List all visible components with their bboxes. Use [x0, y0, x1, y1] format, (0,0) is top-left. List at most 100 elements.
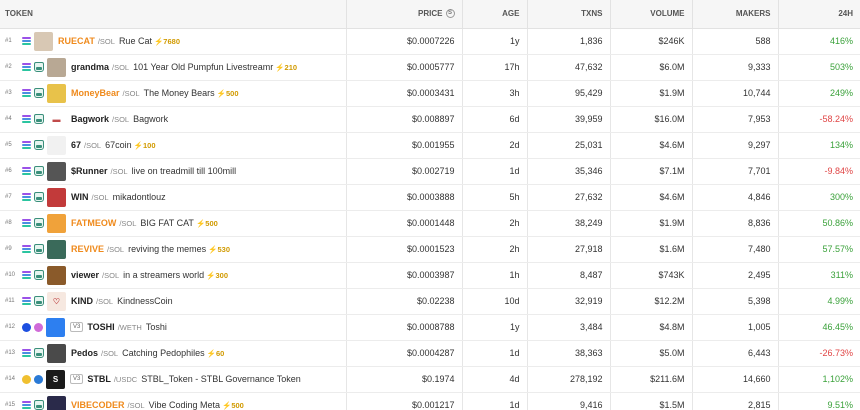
token-symbol: $Runner [71, 166, 108, 176]
token-cell[interactable]: #7 WIN/SOL mikadontlouz [0, 184, 347, 211]
volume-cell: $1.9M [610, 80, 693, 107]
header-makers[interactable]: MAKERS [692, 0, 779, 29]
token-cell[interactable]: #4 ▬ Bagwork/SOL Bagwork [0, 106, 347, 133]
boost-badge: ⚡500 [216, 88, 239, 98]
solana-chain-icon [22, 63, 31, 72]
token-cell[interactable]: #10 viewer/SOL in a streamers world ⚡300 [0, 262, 347, 289]
token-logo [47, 265, 66, 285]
token-cell[interactable]: #9 REVIVE/SOL reviving the memes ⚡530 [0, 236, 347, 263]
token-cell[interactable]: #8 FATMEOW/SOL BIG FAT CAT ⚡500 [0, 210, 347, 237]
pair-label: /SOL [119, 218, 137, 228]
dex-icon [34, 244, 44, 254]
solana-chain-icon [22, 115, 31, 124]
rank-label: #10 [5, 272, 16, 278]
rank-label: #9 [5, 246, 12, 252]
token-cell[interactable]: #6 $Runner/SOL live on treadmill till 100m… [0, 158, 347, 185]
token-cell[interactable]: #13 Pedos/SOL Catching Pedophiles ⚡60 [0, 340, 347, 367]
table-row[interactable]: #8 FATMEOW/SOL BIG FAT CAT ⚡500 $0.0001448 2h… [0, 210, 860, 237]
token-symbol: viewer [71, 270, 100, 280]
rank-label: #8 [5, 220, 12, 226]
token-cell[interactable]: #11 ♡ KIND/SOL KindnessCoin [0, 288, 347, 315]
makers-cell: 7,480 [692, 236, 779, 263]
dex-icon [34, 62, 44, 72]
token-rows: #1 RUECAT/SOL Rue Cat ⚡7680 $0.0007226 1y 1,83… [0, 28, 860, 410]
volume-cell: $5.0M [610, 340, 693, 367]
token-cell[interactable]: #1 RUECAT/SOL Rue Cat ⚡7680 [0, 28, 347, 55]
rank-label: #13 [5, 350, 16, 356]
table-row[interactable]: #2 grandma/SOL 101 Year Old Pumpfun Livest… [0, 54, 860, 81]
quote-token-icon [34, 322, 43, 332]
header-change-24h[interactable]: 24H [778, 0, 860, 29]
age-cell: 1d [462, 158, 528, 185]
token-cell[interactable]: #3 MoneyBear/SOL The Money Bears ⚡500 [0, 80, 347, 107]
token-name: BIG FAT CAT [140, 218, 194, 228]
txns-cell: 1,836 [527, 28, 611, 55]
change-cell: -9.84% [778, 158, 860, 185]
solana-chain-icon [22, 193, 31, 202]
token-logo [47, 213, 66, 233]
header-price[interactable]: PRICE S [346, 0, 463, 29]
table-row[interactable]: #6 $Runner/SOL live on treadmill till 100m… [0, 158, 860, 185]
table-row[interactable]: #9 REVIVE/SOL reviving the memes ⚡530 $0.000… [0, 236, 860, 263]
token-cell[interactable]: #2 grandma/SOL 101 Year Old Pumpfun Livest… [0, 54, 347, 81]
txns-cell: 27,918 [527, 236, 611, 263]
table-row[interactable]: #12 V3 TOSHI/WETH Toshi $0.0008788 1y 3,484 $4.… [0, 314, 860, 341]
price-cell: $0.0001448 [346, 210, 463, 237]
token-symbol: RUECAT [58, 36, 95, 46]
token-symbol: WIN [71, 192, 89, 202]
table-row[interactable]: #1 RUECAT/SOL Rue Cat ⚡7680 $0.0007226 1y 1,83… [0, 28, 860, 55]
age-cell: 10d [462, 288, 528, 315]
change-cell: 57.57% [778, 236, 860, 263]
token-logo: S [46, 369, 65, 389]
txns-cell: 27,632 [527, 184, 611, 211]
token-logo [47, 57, 66, 77]
currency-toggle-icon[interactable]: S [445, 9, 455, 19]
token-logo [47, 83, 66, 103]
table-row[interactable]: #11 ♡ KIND/SOL KindnessCoin $0.02238 10d 32,91… [0, 288, 860, 315]
pool-version-badge: V3 [70, 374, 84, 384]
pair-label: /SOL [91, 192, 109, 202]
header-age[interactable]: AGE [462, 0, 528, 29]
token-logo [34, 31, 53, 51]
volume-cell: $4.6M [610, 184, 693, 211]
table-header-row: TOKEN PRICE S AGE TXNS VOLUME MAKERS 24H [0, 0, 860, 29]
token-name: The Money Bears [143, 88, 215, 98]
header-volume[interactable]: VOLUME [610, 0, 693, 29]
pair-label: /SOL [110, 166, 128, 176]
header-txns[interactable]: TXNS [527, 0, 611, 29]
table-row[interactable]: #10 viewer/SOL in a streamers world ⚡300 $0.… [0, 262, 860, 289]
token-cell[interactable]: #14 S V3 STBL/USDC STBL_Token - STBL Governa… [0, 366, 347, 393]
table-row[interactable]: #5 67/SOL 67coin ⚡100 $0.001955 2d 25,031 $4.6M… [0, 132, 860, 159]
boost-badge: ⚡210 [275, 62, 298, 72]
header-token[interactable]: TOKEN [0, 0, 347, 29]
token-cell[interactable]: #12 V3 TOSHI/WETH Toshi [0, 314, 347, 341]
volume-cell: $6.0M [610, 54, 693, 81]
rank-label: #2 [5, 64, 12, 70]
age-cell: 1h [462, 262, 528, 289]
table-row[interactable]: #13 Pedos/SOL Catching Pedophiles ⚡60 $0.000… [0, 340, 860, 367]
table-row[interactable]: #4 ▬ Bagwork/SOL Bagwork $0.008897 6d 39,959 $1… [0, 106, 860, 133]
rank-label: #7 [5, 194, 12, 200]
table-row[interactable]: #14 S V3 STBL/USDC STBL_Token - STBL Governa… [0, 366, 860, 393]
rank-label: #3 [5, 90, 12, 96]
token-name: reviving the memes [128, 244, 207, 254]
volume-cell: $1.9M [610, 210, 693, 237]
token-cell[interactable]: #15 VIBECODER/SOL Vibe Coding Meta ⚡500 [0, 392, 347, 410]
token-cell[interactable]: #5 67/SOL 67coin ⚡100 [0, 132, 347, 159]
volume-cell: $246K [610, 28, 693, 55]
table-row[interactable]: #15 VIBECODER/SOL Vibe Coding Meta ⚡500 $0.0… [0, 392, 860, 410]
token-logo [47, 135, 66, 155]
makers-cell: 5,398 [692, 288, 779, 315]
rank-label: #6 [5, 168, 12, 174]
makers-cell: 14,660 [692, 366, 779, 393]
change-cell: 416% [778, 28, 860, 55]
solana-chain-icon [22, 271, 31, 280]
table-row[interactable]: #3 MoneyBear/SOL The Money Bears ⚡500 $0.000… [0, 80, 860, 107]
token-name: Toshi [145, 322, 167, 332]
change-cell: 503% [778, 54, 860, 81]
volume-cell: $1.6M [610, 236, 693, 263]
boost-badge: ⚡500 [222, 400, 244, 410]
table-row[interactable]: #7 WIN/SOL mikadontlouz $0.0003888 5h 27,632 $… [0, 184, 860, 211]
token-symbol: MoneyBear [71, 88, 120, 98]
txns-cell: 35,346 [527, 158, 611, 185]
